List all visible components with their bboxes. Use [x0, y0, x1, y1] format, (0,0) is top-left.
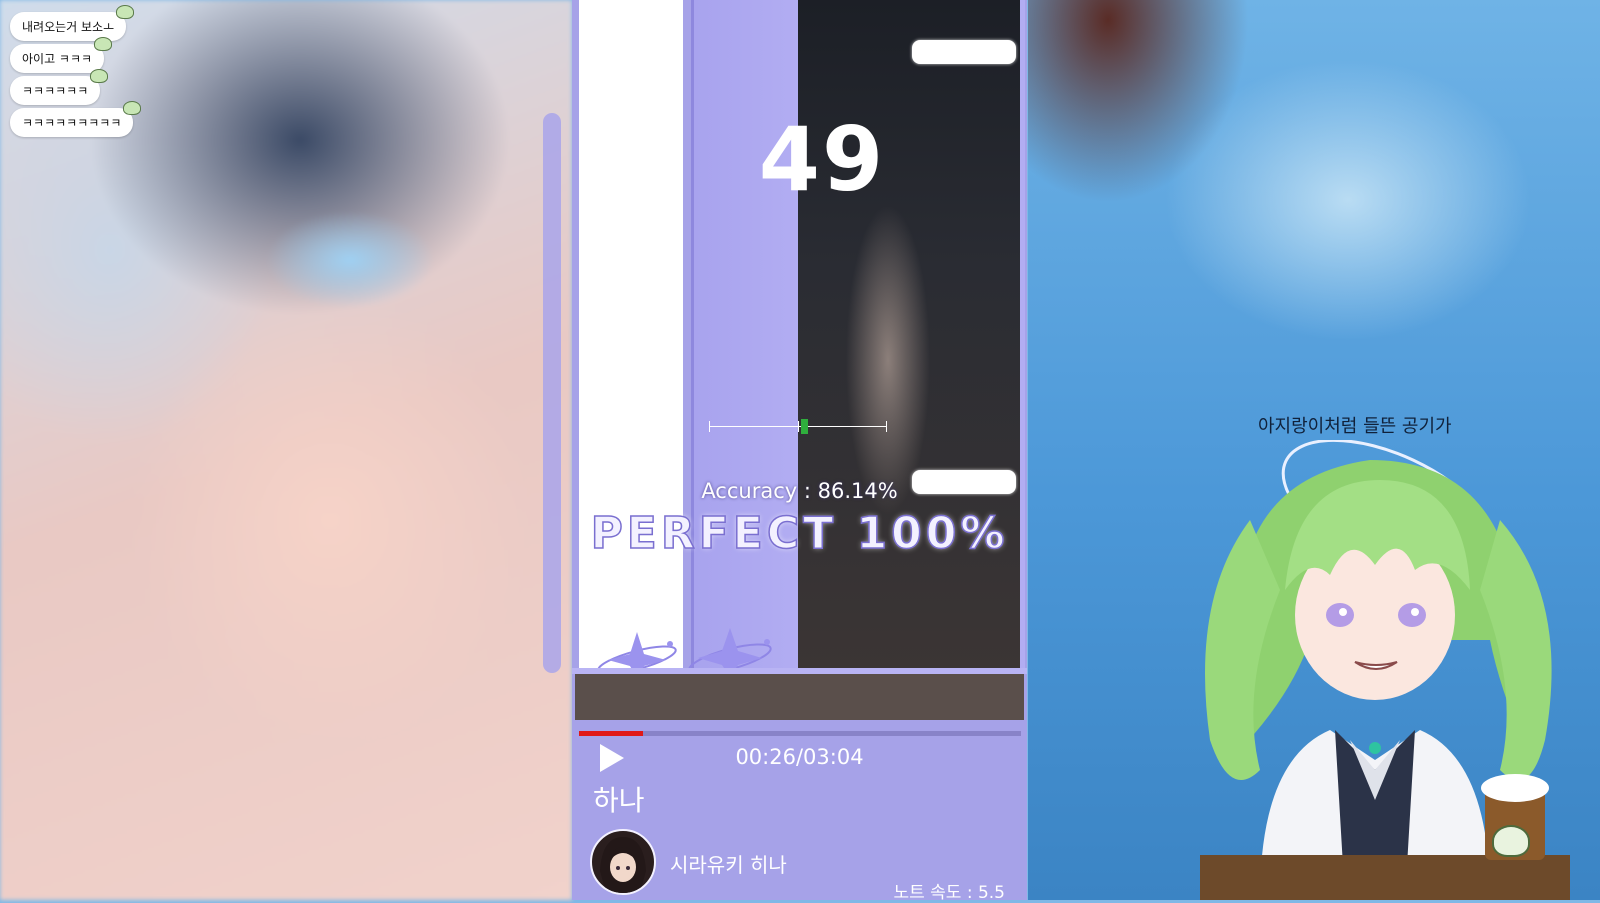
- mascot-icon: [1492, 825, 1530, 857]
- chat-message-text: ㅋㅋㅋㅋㅋㅋㅋㅋㅋ: [22, 116, 122, 130]
- chat-message: ㅋㅋㅋㅋㅋㅋ: [10, 69, 109, 105]
- timing-hit-marker: [801, 419, 808, 434]
- lane-frame: [1020, 0, 1025, 668]
- chat-emote-icon: [94, 37, 113, 51]
- song-time: 00:26/03:04: [735, 745, 864, 769]
- falling-note: [912, 40, 1016, 64]
- chat-message: ㅋㅋㅋㅋㅋㅋㅋㅋㅋ: [10, 101, 142, 137]
- chat-message: 아이고 ㅋㅋㅋ: [10, 37, 113, 73]
- chat-message: 내려오는거 보소ㅗ: [10, 5, 135, 41]
- judgement-text: PERFECT 100%: [590, 507, 1009, 560]
- timing-meter-right-cap: [886, 421, 887, 432]
- lane-1: [579, 0, 683, 668]
- chat-message-text: 아이고 ㅋㅋㅋ: [22, 52, 93, 66]
- hit-zone: [575, 674, 1024, 720]
- timing-meter-center: [798, 421, 799, 432]
- lane-2: [691, 0, 798, 668]
- chat-emote-icon: [116, 5, 135, 19]
- note-speed: 노트 속도 : 5.5: [893, 883, 1005, 903]
- artist-portrait-icon: [600, 837, 646, 893]
- combo-counter: 49: [758, 108, 886, 211]
- chat-feed: 내려오는거 보소ㅗ 아이고 ㅋㅋㅋ ㅋㅋㅋㅋㅋㅋ ㅋㅋㅋㅋㅋㅋㅋㅋㅋ: [10, 5, 210, 140]
- artist-name: 시라유키 히나: [670, 853, 787, 877]
- song-title: 하나: [593, 784, 645, 817]
- rhythm-game-panel: 49 Accuracy : 86.14% PERFECT 100% 00:26/…: [572, 0, 1027, 903]
- chat-emote-icon: [123, 101, 142, 115]
- artist-avatar: [590, 829, 656, 895]
- chat-emote-icon: [90, 69, 109, 83]
- accuracy-readout: Accuracy : 86.14%: [701, 479, 898, 503]
- song-progress-bar[interactable]: [579, 731, 1021, 736]
- lane-3: [798, 0, 1020, 668]
- chat-message-text: ㅋㅋㅋㅋㅋㅋ: [22, 84, 89, 98]
- side-scrollbar[interactable]: [543, 113, 561, 673]
- lyric-caption: 아지랑이처럼 들뜬 공기가: [1258, 416, 1452, 437]
- timing-meter-left-cap: [709, 421, 710, 432]
- streamer-avatar: [1200, 440, 1570, 900]
- chat-message-text: 내려오는거 보소ㅗ: [22, 20, 115, 34]
- timing-meter: [709, 419, 887, 434]
- song-progress-fill: [579, 731, 643, 736]
